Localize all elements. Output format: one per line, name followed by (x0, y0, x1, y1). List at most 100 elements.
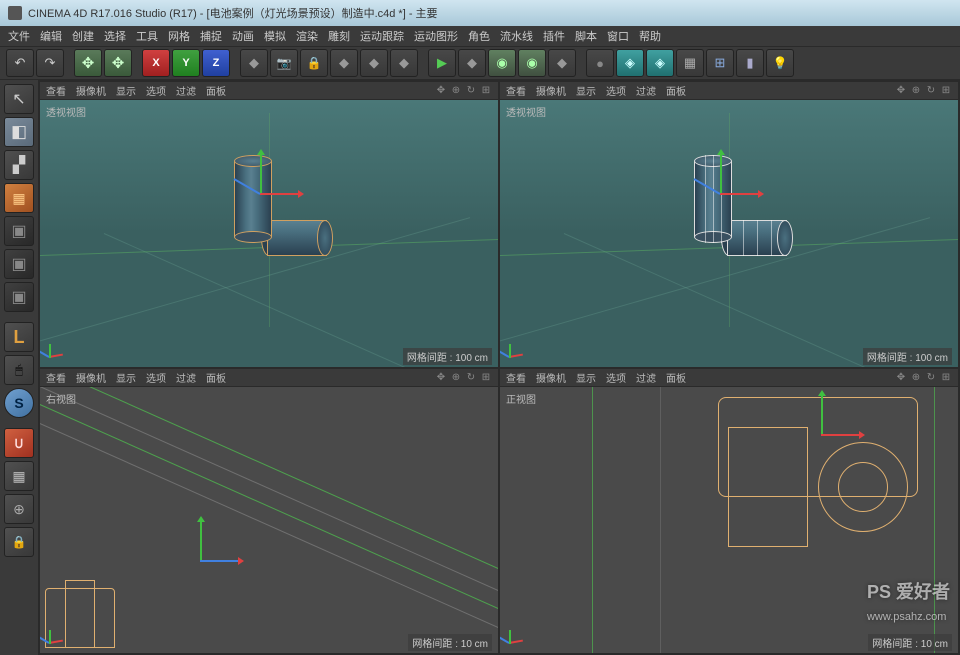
edge-mode-button[interactable] (4, 249, 34, 279)
vp-nav-rotate-icon[interactable]: ↻ (465, 371, 477, 383)
vp-menu-camera[interactable]: 摄像机 (76, 83, 106, 98)
menu-mesh[interactable]: 网格 (168, 28, 190, 44)
viewport-canvas[interactable]: 网格间距 : 10 cm (40, 387, 498, 654)
menu-motiontrack[interactable]: 运动跟踪 (360, 28, 404, 44)
snap-point-button[interactable] (4, 494, 34, 524)
menu-help[interactable]: 帮助 (639, 28, 661, 44)
menu-script[interactable]: 脚本 (575, 28, 597, 44)
vp-nav-zoom-icon[interactable]: ⊕ (450, 371, 462, 383)
vp-nav-max-icon[interactable]: ⊞ (480, 85, 492, 97)
vp-nav-pan-icon[interactable]: ✥ (895, 371, 907, 383)
vp-nav-rotate-icon[interactable]: ↻ (465, 85, 477, 97)
vp-menu-display[interactable]: 显示 (116, 83, 136, 98)
cylinder-standing[interactable] (694, 155, 732, 243)
vp-nav-zoom-icon[interactable]: ⊕ (910, 85, 922, 97)
vp-nav-rotate-icon[interactable]: ↻ (925, 371, 937, 383)
tool-button-1[interactable] (330, 49, 358, 77)
camera-button[interactable] (270, 49, 298, 77)
primitive-button[interactable] (616, 49, 644, 77)
render-button[interactable] (488, 49, 516, 77)
axis-mode-button[interactable] (4, 322, 34, 352)
menu-file[interactable]: 文件 (8, 28, 30, 44)
vp-menu-camera[interactable]: 摄像机 (536, 370, 566, 385)
tool-button-2[interactable] (360, 49, 388, 77)
scene-button[interactable] (458, 49, 486, 77)
tweak-button[interactable] (4, 355, 34, 385)
vp-menu-view[interactable]: 查看 (506, 370, 526, 385)
menu-select[interactable]: 选择 (104, 28, 126, 44)
menu-snap[interactable]: 捕捉 (200, 28, 222, 44)
vp-menu-options[interactable]: 选项 (146, 370, 166, 385)
snap-grid-button[interactable] (4, 461, 34, 491)
menu-mograph[interactable]: 运动图形 (414, 28, 458, 44)
workplane-button[interactable] (4, 183, 34, 213)
vp-menu-display[interactable]: 显示 (116, 370, 136, 385)
viewport-perspective-1[interactable]: 查看 摄像机 显示 选项 过滤 面板 ✥ ⊕ ↻ ⊞ 透视视图 (40, 82, 498, 367)
axis-x-button[interactable]: X (142, 49, 170, 77)
vp-nav-pan-icon[interactable]: ✥ (435, 371, 447, 383)
texture-mode-button[interactable] (4, 150, 34, 180)
vp-menu-options[interactable]: 选项 (606, 370, 626, 385)
axis-z-button[interactable]: Z (202, 49, 230, 77)
vp-nav-max-icon[interactable]: ⊞ (940, 371, 952, 383)
vp-menu-panel[interactable]: 面板 (206, 83, 226, 98)
vp-menu-panel[interactable]: 面板 (666, 370, 686, 385)
menu-character[interactable]: 角色 (468, 28, 490, 44)
cylinder-cap-inner[interactable] (838, 462, 888, 512)
move-tool-button[interactable] (104, 49, 132, 77)
menu-pipeline[interactable]: 流水线 (500, 28, 533, 44)
lock-button[interactable] (300, 49, 328, 77)
vp-menu-panel[interactable]: 面板 (666, 83, 686, 98)
vp-menu-options[interactable]: 选项 (606, 83, 626, 98)
vp-nav-rotate-icon[interactable]: ↻ (925, 85, 937, 97)
undo-button[interactable] (6, 49, 34, 77)
render-pv-button[interactable] (518, 49, 546, 77)
vp-menu-camera[interactable]: 摄像机 (76, 370, 106, 385)
menu-window[interactable]: 窗口 (607, 28, 629, 44)
viewport-canvas[interactable]: 网格间距 : 100 cm (500, 100, 958, 367)
play-button[interactable] (428, 49, 456, 77)
viewport-canvas[interactable]: 网格间距 : 100 cm (40, 100, 498, 367)
light-button[interactable] (766, 49, 794, 77)
menu-sculpt[interactable]: 雕刻 (328, 28, 350, 44)
menu-edit[interactable]: 编辑 (40, 28, 62, 44)
select-tool-button[interactable] (74, 49, 102, 77)
grid-button[interactable] (676, 49, 704, 77)
menu-simulate[interactable]: 模拟 (264, 28, 286, 44)
viewport-perspective-2[interactable]: 查看 摄像机 显示 选项 过滤 面板 ✥ ⊕ ↻ ⊞ 透视视图 (500, 82, 958, 367)
cylinder-standing[interactable] (234, 155, 272, 243)
menu-create[interactable]: 创建 (72, 28, 94, 44)
vp-menu-view[interactable]: 查看 (46, 83, 66, 98)
make-editable-button[interactable] (4, 84, 34, 114)
object-wireframe[interactable] (728, 427, 808, 547)
vp-menu-display[interactable]: 显示 (576, 370, 596, 385)
vp-menu-camera[interactable]: 摄像机 (536, 83, 566, 98)
poly-mode-button[interactable] (4, 282, 34, 312)
coord-system-button[interactable] (240, 49, 268, 77)
vp-menu-filter[interactable]: 过滤 (176, 370, 196, 385)
snap-enable-button[interactable] (4, 428, 34, 458)
tool-button-3[interactable] (390, 49, 418, 77)
menu-tools[interactable]: 工具 (136, 28, 158, 44)
lock-workplane-button[interactable] (4, 527, 34, 557)
point-mode-button[interactable] (4, 216, 34, 246)
redo-button[interactable] (36, 49, 64, 77)
vp-nav-zoom-icon[interactable]: ⊕ (450, 85, 462, 97)
vp-menu-options[interactable]: 选项 (146, 83, 166, 98)
vp-menu-filter[interactable]: 过滤 (636, 83, 656, 98)
tag-button[interactable] (646, 49, 674, 77)
vp-nav-max-icon[interactable]: ⊞ (940, 85, 952, 97)
vp-nav-pan-icon[interactable]: ✥ (895, 85, 907, 97)
vp-menu-view[interactable]: 查看 (46, 370, 66, 385)
menu-render[interactable]: 渲染 (296, 28, 318, 44)
axis-y-button[interactable]: Y (172, 49, 200, 77)
material-button[interactable] (586, 49, 614, 77)
film-button[interactable] (736, 49, 764, 77)
vp-menu-filter[interactable]: 过滤 (176, 83, 196, 98)
layout-button[interactable] (706, 49, 734, 77)
vp-nav-zoom-icon[interactable]: ⊕ (910, 371, 922, 383)
vp-nav-pan-icon[interactable]: ✥ (435, 85, 447, 97)
vp-menu-display[interactable]: 显示 (576, 83, 596, 98)
menu-plugins[interactable]: 插件 (543, 28, 565, 44)
menu-animate[interactable]: 动画 (232, 28, 254, 44)
